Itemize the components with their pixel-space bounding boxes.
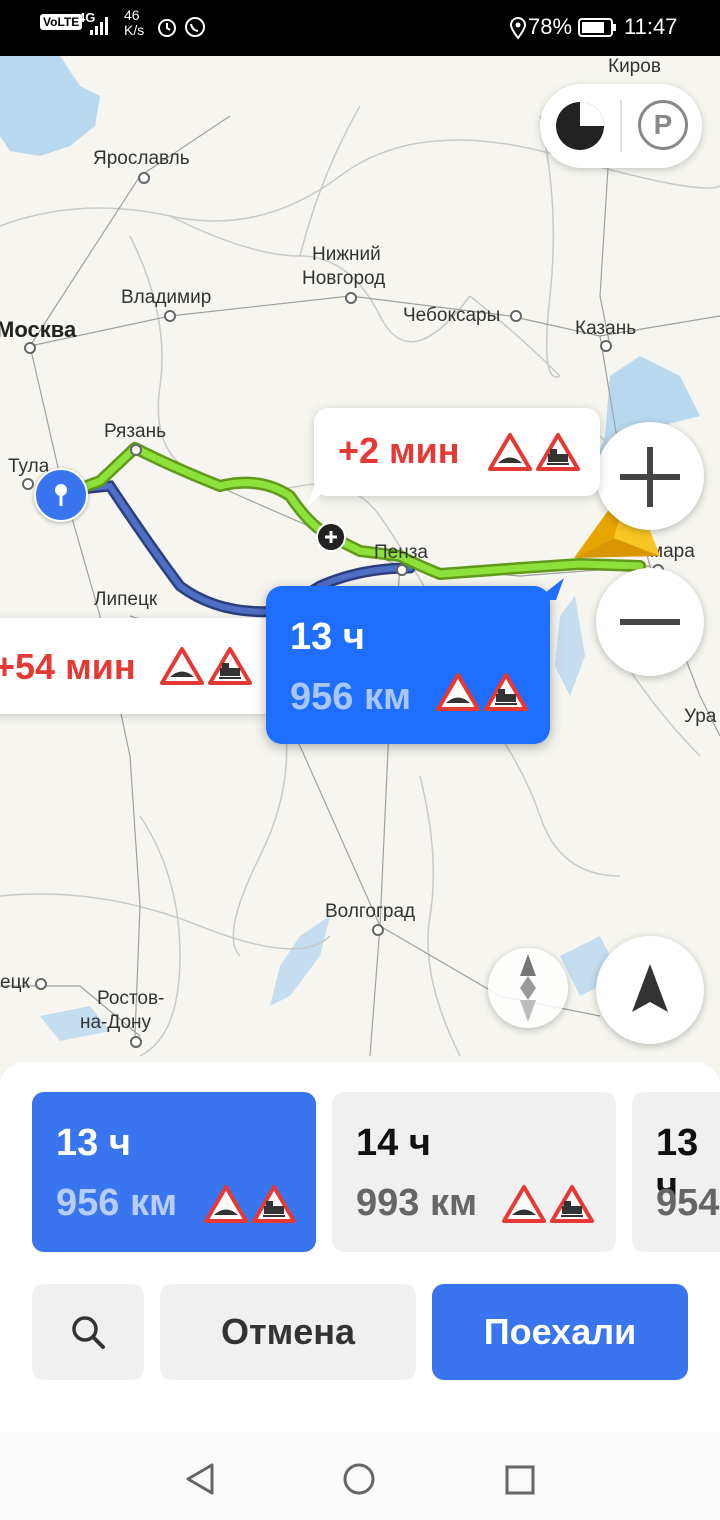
city-dot [164,310,176,322]
plus-icon [620,447,680,507]
minus-icon [620,619,680,625]
route-distance: 956 км [56,1182,178,1224]
alt-route-callout-1[interactable]: +2 мин [314,408,600,496]
selected-route-callout[interactable]: 13 ч 956 км [266,586,550,744]
city-nizhny: Нижний [312,244,381,265]
city-dot [24,342,36,354]
city-uralsk: Ура [684,706,717,727]
city-rostov-2: на-Дону [80,1012,152,1033]
clock: 11:47 [624,14,678,39]
route-option-2[interactable]: 14 ч 993 км [332,1092,616,1252]
search-icon [72,1316,105,1349]
home-icon[interactable] [342,1462,376,1496]
city-dot [600,340,612,352]
compass-button[interactable] [488,948,568,1028]
city-nizhny-2: Новгород [302,268,386,289]
layers-control: P [540,84,702,168]
city-cheboksary: Чебоксары [403,305,501,326]
city-dot [510,310,522,322]
recents-icon[interactable] [504,1464,536,1496]
city-dot [345,292,357,304]
railway-crossing-warning-icon [484,673,528,711]
city-vladimir: Владимир [121,287,212,308]
railway-crossing-warning-icon [208,647,252,685]
railway-crossing-warning-icon [536,433,580,471]
route-distance: 954 [656,1182,720,1224]
city-rostov: Ростов- [97,988,165,1009]
city-dot [138,172,150,184]
status-bar: VoLTE 4G 46 K/s 78% 11:47 [0,0,720,56]
parking-icon[interactable]: P [638,100,688,150]
city-dot [130,444,142,456]
alt-route-delta: +54 мин [0,646,136,687]
route-option-3[interactable]: 13 ч 954 [632,1092,720,1252]
signal-icon [90,17,108,35]
road-bump-warning-icon [436,673,480,711]
compass-icon [520,954,536,1022]
system-nav-bar [0,1432,720,1520]
battery-icon [578,18,616,37]
go-button[interactable]: Поехали [432,1284,688,1380]
alt-route-delta: +2 мин [338,430,460,471]
route-time: 13 ч [290,616,365,658]
city-ryazan: Рязань [104,421,167,442]
route-panel: 13 ч 956 км 14 ч 993 км 13 ч 954 Отмена … [0,1062,720,1432]
city-dot [22,478,34,490]
locate-button[interactable] [596,936,704,1044]
city-kazan: Казань [575,318,637,339]
back-icon[interactable] [184,1462,216,1496]
start-pin-icon[interactable] [34,468,88,522]
route-distance: 993 км [356,1182,478,1224]
search-button[interactable] [32,1284,144,1380]
callout-tail [536,578,564,600]
city-donetsk: ецк [0,972,30,993]
zoom-out-button[interactable] [596,568,704,676]
city-dot [372,924,384,936]
alt-route-callout-2[interactable]: +54 мин [0,618,276,714]
city-yaroslavl: Ярославль [93,148,190,169]
volte-icon: VoLTE [40,14,83,30]
zoom-in-button[interactable] [596,422,704,530]
route-option-1[interactable]: 13 ч 956 км [32,1092,316,1252]
route-time: 14 ч [356,1122,431,1164]
divider [620,100,622,152]
net-speed: 46 K/s [124,7,145,38]
map-view[interactable]: Киров Ярославль Нижний Новгород Владимир… [0,56,720,1062]
railway-crossing-warning-icon [252,1185,296,1223]
cancel-button[interactable]: Отмена [160,1284,416,1380]
battery-percent: 78% [528,14,573,39]
city-dot [130,1036,142,1048]
city-kirov: Киров [608,56,661,77]
city-penza: Пенза [374,542,428,563]
navigation-arrow-icon [632,964,668,1012]
road-bump-warning-icon [204,1185,248,1223]
road-bump-warning-icon [502,1185,546,1223]
city-moscow: Москва [0,317,77,342]
city-dot [35,978,47,990]
route-distance: 956 км [290,676,412,718]
city-dot [396,564,408,576]
road-bump-warning-icon [160,647,204,685]
road-bump-warning-icon [488,433,532,471]
alarm-icon [158,19,176,37]
viber-icon [185,17,205,37]
location-icon [509,17,527,40]
city-volgograd: Волгоград [325,901,416,922]
route-time: 13 ч [56,1122,131,1164]
layers-icon[interactable] [554,100,606,152]
waypoint-icon[interactable] [316,522,346,552]
callout-tail [306,486,330,508]
city-lipetsk: Липецк [94,589,158,610]
railway-crossing-warning-icon [550,1185,594,1223]
